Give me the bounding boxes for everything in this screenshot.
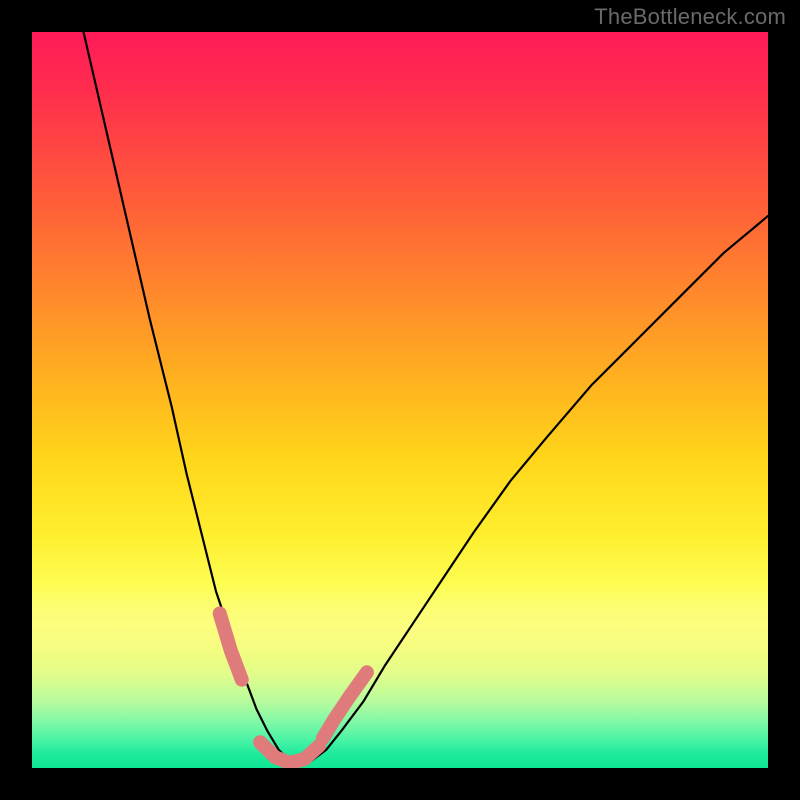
left-descent-pink xyxy=(220,613,242,679)
bottleneck-curve xyxy=(84,32,768,764)
chart-frame: TheBottleneck.com xyxy=(0,0,800,800)
curve-svg xyxy=(32,32,768,768)
plot-area xyxy=(32,32,768,768)
valley-floor-pink xyxy=(260,742,319,763)
watermark-text: TheBottleneck.com xyxy=(594,4,786,30)
